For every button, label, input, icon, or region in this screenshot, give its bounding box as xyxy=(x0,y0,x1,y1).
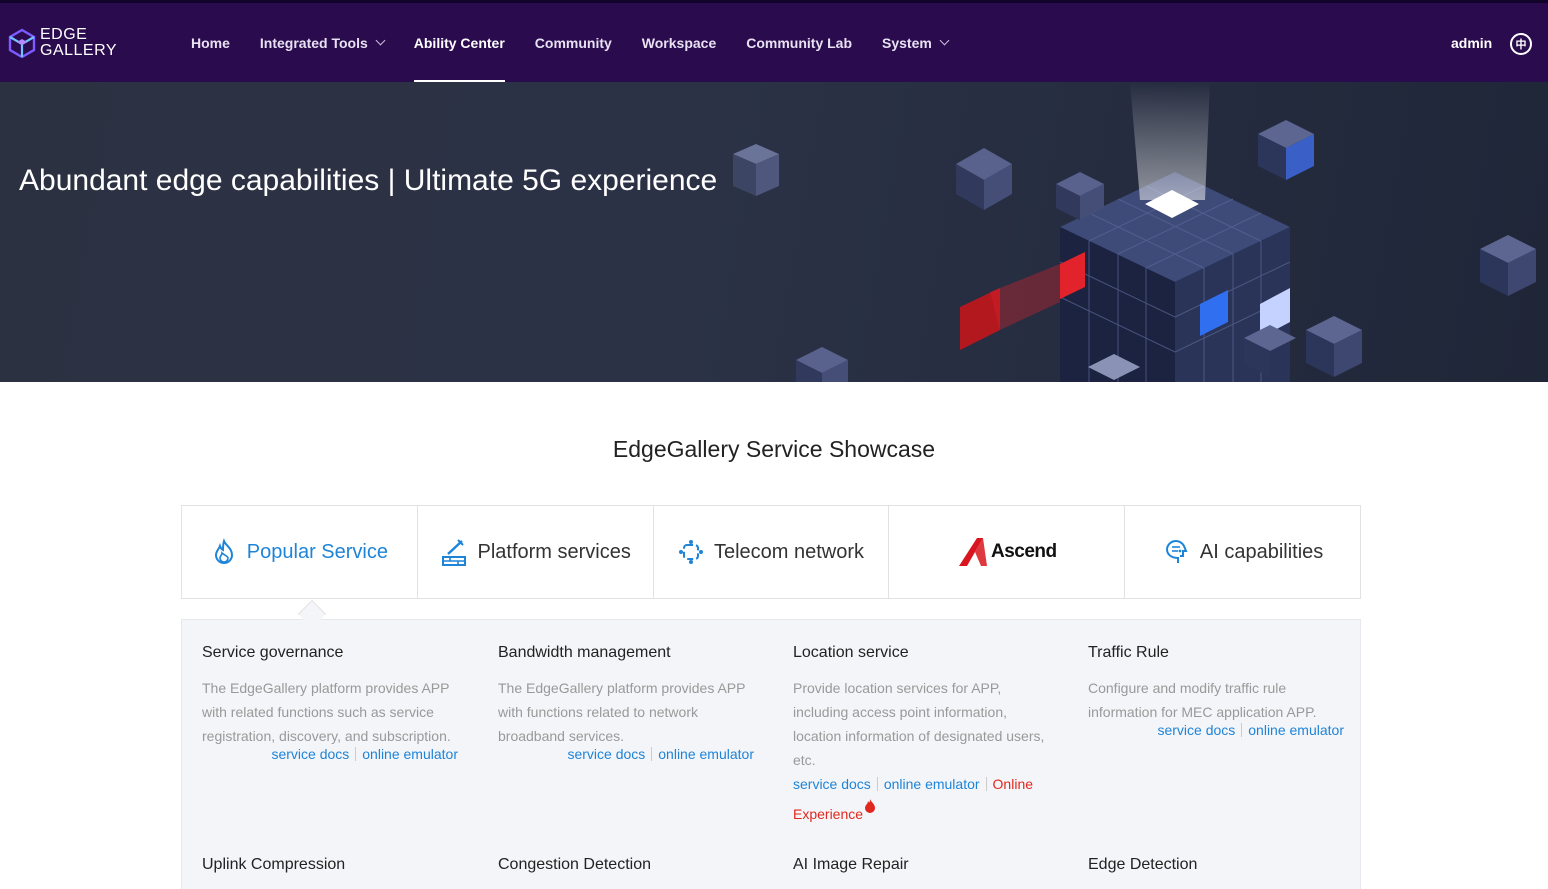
card-bandwidth-management: Bandwidth management The EdgeGallery pla… xyxy=(498,644,758,764)
chevron-down-icon xyxy=(375,35,386,46)
user-name[interactable]: admin xyxy=(1451,35,1492,51)
tab-popular-service[interactable]: Popular Service xyxy=(181,505,418,599)
nav-item-integrated-tools[interactable]: Integrated Tools xyxy=(245,3,399,82)
tab-ascend[interactable]: Ascend xyxy=(888,505,1126,599)
tab-label: Telecom network xyxy=(713,540,865,563)
online-emulator-link[interactable]: online emulator xyxy=(1248,722,1344,738)
language-switch-icon[interactable]: 中 xyxy=(1510,33,1532,55)
nav-label: Workspace xyxy=(641,34,717,51)
chevron-down-icon xyxy=(939,35,950,46)
card-links: service docs online emulator Online Experi… xyxy=(793,772,1053,826)
nav-label: System xyxy=(882,34,932,51)
nav-item-community-lab[interactable]: Community Lab xyxy=(731,3,867,82)
card-description: The EdgeGallery platform provides APP wi… xyxy=(202,680,451,744)
hero-banner: Abundant edge capabilities | Ultimate 5G… xyxy=(0,82,1548,382)
showcase-title: EdgeGallery Service Showcase xyxy=(612,436,936,462)
nav-item-workspace[interactable]: Workspace xyxy=(627,3,731,82)
nav-label: Community xyxy=(534,34,612,51)
nav-item-system[interactable]: System xyxy=(867,3,963,82)
brand-line-1: EDGE xyxy=(40,26,88,43)
card-congestion-detection: Congestion Detection xyxy=(498,856,758,888)
card-title: Congestion Detection xyxy=(498,856,651,873)
link-separator xyxy=(985,777,987,791)
service-docs-link[interactable]: service docs xyxy=(271,746,349,762)
card-description: The EdgeGallery platform provides APP wi… xyxy=(498,680,746,744)
tab-ai-capabilities[interactable]: AI capabilities xyxy=(1124,505,1361,599)
link-separator xyxy=(355,747,357,761)
card-title: AI Image Repair xyxy=(793,856,909,873)
card-title: Service governance xyxy=(202,644,344,661)
cubes-illustration xyxy=(733,82,1536,382)
tab-label: Ascend xyxy=(990,541,1057,562)
network-icon xyxy=(678,539,704,565)
nav-item-community[interactable]: Community xyxy=(520,3,627,82)
link-separator xyxy=(1241,723,1243,737)
nav-label: Community Lab xyxy=(746,34,853,51)
card-ai-image-repair: AI Image Repair xyxy=(793,856,1053,888)
card-location-service: Location service Provide location servic… xyxy=(793,644,1053,826)
nav-item-ability-center[interactable]: Ability Center xyxy=(399,3,520,82)
brand-name: EDGE GALLERY xyxy=(40,27,117,59)
ascend-logo: Ascend xyxy=(957,536,1057,568)
showcase-tabs: Popular Service Platform services Teleco… xyxy=(181,505,1361,599)
nav-label: Ability Center xyxy=(413,34,505,51)
tab-label: AI capabilities xyxy=(1199,540,1324,563)
card-edge-detection: Edge Detection xyxy=(1088,856,1348,888)
online-emulator-link[interactable]: online emulator xyxy=(884,776,980,792)
platform-icon xyxy=(440,537,468,567)
online-emulator-link[interactable]: online emulator xyxy=(658,746,754,762)
cube-logo-icon xyxy=(8,28,36,58)
card-title: Location service xyxy=(793,644,909,661)
hot-badge-icon xyxy=(864,796,876,820)
nav-label: Integrated Tools xyxy=(259,34,368,51)
link-separator xyxy=(651,747,653,761)
tab-platform-services[interactable]: Platform services xyxy=(416,505,654,599)
flame-icon xyxy=(211,538,237,566)
tab-label: Platform services xyxy=(477,540,631,563)
service-docs-link[interactable]: service docs xyxy=(793,776,871,792)
hero-title: Abundant edge capabilities | Ultimate 5G… xyxy=(19,164,718,197)
card-service-governance: Service governance The EdgeGallery platf… xyxy=(202,644,462,764)
card-description: Configure and modify traffic rule inform… xyxy=(1088,680,1317,720)
tab-label: Popular Service xyxy=(246,540,388,563)
card-title: Traffic Rule xyxy=(1088,644,1169,661)
nav-menu: Home Integrated Tools Ability Center Com… xyxy=(176,3,963,82)
card-title: Uplink Compression xyxy=(202,856,346,873)
card-description: Provide location services for APP, inclu… xyxy=(793,680,1045,768)
card-title: Edge Detection xyxy=(1088,856,1198,873)
service-panel: Service governance The EdgeGallery platf… xyxy=(181,619,1361,889)
online-emulator-link[interactable]: online emulator xyxy=(362,746,458,762)
card-title: Bandwidth management xyxy=(498,644,671,661)
edgegallery-logo[interactable]: EDGE GALLERY xyxy=(8,27,117,59)
tab-telecom-network[interactable]: Telecom network xyxy=(652,505,890,599)
nav-label: Home xyxy=(191,34,230,51)
card-traffic-rule: Traffic Rule Configure and modify traffi… xyxy=(1088,644,1348,740)
link-separator xyxy=(876,777,878,791)
brand-line-2: GALLERY xyxy=(40,42,118,59)
nav-item-home[interactable]: Home xyxy=(176,3,245,82)
service-docs-link[interactable]: service docs xyxy=(567,746,645,762)
ai-head-icon xyxy=(1162,538,1190,566)
top-nav: EDGE GALLERY Home Integrated Tools Abili… xyxy=(0,0,1548,82)
service-docs-link[interactable]: service docs xyxy=(1157,722,1235,738)
card-uplink-compression: Uplink Compression xyxy=(202,856,462,888)
